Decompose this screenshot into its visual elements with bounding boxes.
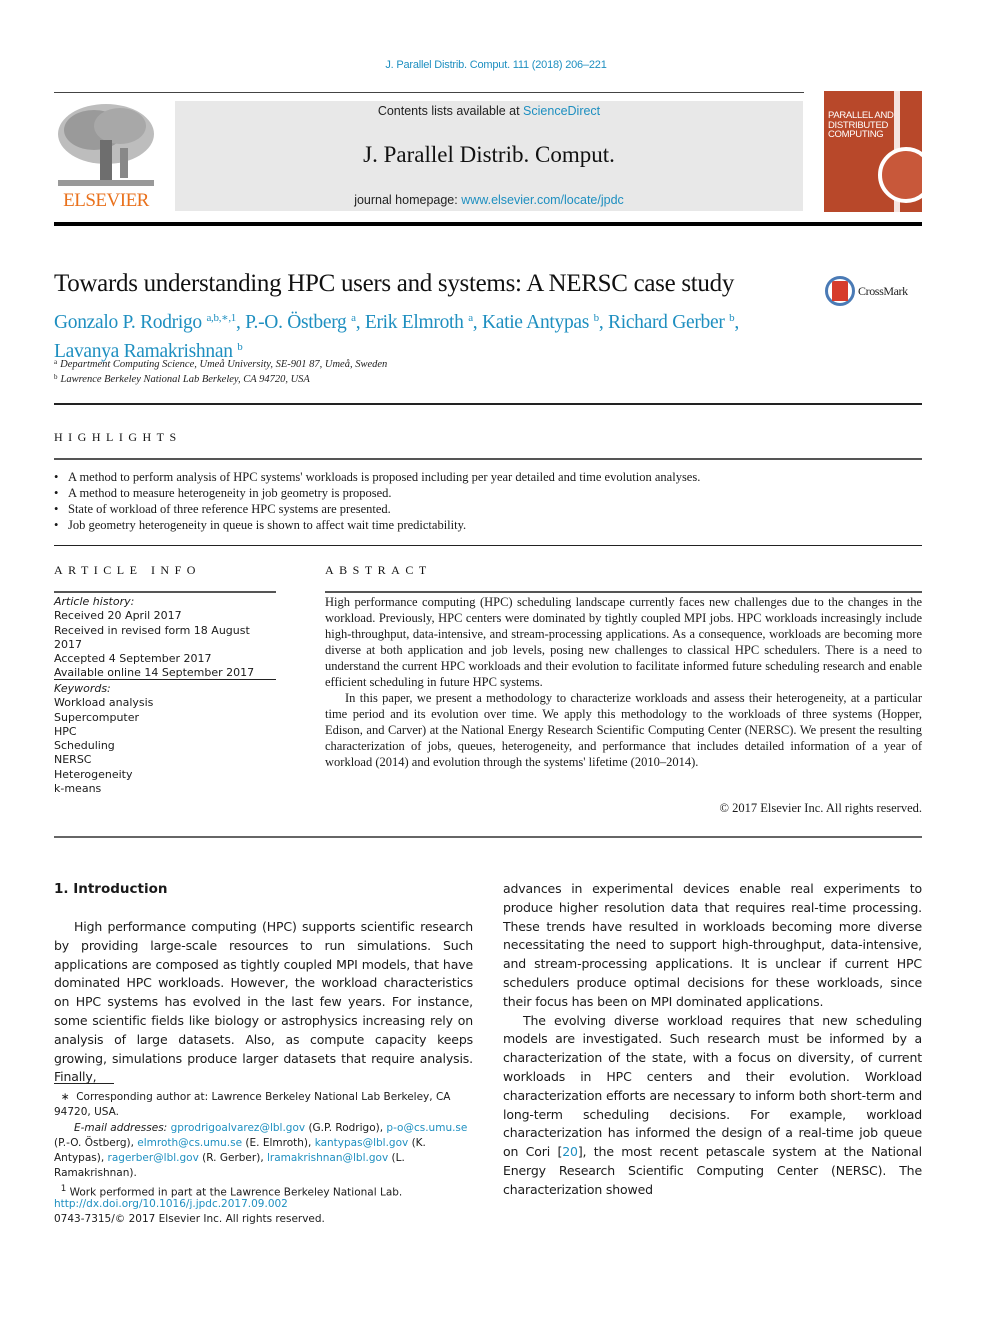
- corresponding-author-note: ∗ Corresponding author at: Lawrence Berk…: [54, 1091, 451, 1119]
- author-link[interactable]: Katie Antypas b: [482, 312, 599, 333]
- affiliation: a Department Computing Science, Umeå Univ…: [54, 358, 388, 370]
- keywords: Keywords: Workload analysis Supercompute…: [54, 682, 276, 796]
- footnote-divider: [54, 1083, 114, 1084]
- contents-line: Contents lists available at ScienceDirec…: [377, 104, 601, 118]
- section-divider: [54, 403, 922, 405]
- highlight-item: A method to measure heterogeneity in job…: [54, 485, 922, 501]
- elsevier-wordmark: ELSEVIER: [63, 190, 149, 211]
- doi-link[interactable]: http://dx.doi.org/10.1016/j.jpdc.2017.09…: [54, 1198, 288, 1210]
- article-title: Towards understanding HPC users and syst…: [54, 270, 735, 297]
- abstract-paragraph: High performance computing (HPC) schedul…: [325, 595, 922, 689]
- crossmark-button[interactable]: CrossMark: [825, 276, 908, 306]
- keywords-label: Keywords:: [54, 682, 111, 695]
- email-link[interactable]: kantypas@lbl.gov: [315, 1137, 409, 1149]
- journal-citation[interactable]: J. Parallel Distrib. Comput. 111 (2018) …: [0, 59, 992, 71]
- abstract-heading: ABSTRACT: [325, 563, 432, 577]
- email-link[interactable]: elmroth@cs.umu.se: [137, 1137, 242, 1149]
- author-link[interactable]: Erik Elmroth a: [365, 312, 473, 333]
- homepage-line: journal homepage: www.elsevier.com/locat…: [354, 193, 624, 207]
- crossmark-icon: [825, 276, 855, 306]
- abstract-paragraph: In this paper, we present a methodology …: [325, 691, 922, 769]
- journal-name: J. Parallel Distrib. Comput.: [363, 142, 615, 167]
- article-info-heading: ARTICLE INFO: [54, 563, 201, 577]
- affiliation: b Lawrence Berkeley National Lab Berkeley…: [54, 373, 310, 385]
- author-link[interactable]: Richard Gerber b: [608, 312, 735, 333]
- history-item: Received in revised form 18 August 2017: [54, 623, 250, 651]
- highlight-item: Job geometry heterogeneity in queue is s…: [54, 517, 922, 533]
- email-link[interactable]: p-o@cs.umu.se: [386, 1122, 467, 1134]
- highlights-list: A method to perform analysis of HPC syst…: [54, 469, 922, 533]
- abstract-body: High performance computing (HPC) schedul…: [325, 594, 922, 770]
- keyword-item: HPC: [54, 724, 77, 738]
- keyword-item: Heterogeneity: [54, 767, 133, 781]
- body-column-left: High performance computing (HPC) support…: [54, 918, 473, 1087]
- history-item: Received 20 April 2017: [54, 609, 182, 623]
- doi-block: http://dx.doi.org/10.1016/j.jpdc.2017.09…: [54, 1197, 325, 1227]
- masthead-divider: [54, 222, 922, 226]
- crossmark-label: CrossMark: [858, 283, 908, 298]
- highlight-item: A method to perform analysis of HPC syst…: [54, 469, 922, 485]
- body-paragraph: The evolving diverse workload requires t…: [503, 1012, 922, 1197]
- keyword-item: Supercomputer: [54, 710, 140, 724]
- email-link[interactable]: ragerber@lbl.gov: [108, 1152, 199, 1164]
- reference-link[interactable]: 20: [562, 1144, 578, 1159]
- email-link[interactable]: lramakrishnan@lbl.gov: [267, 1152, 388, 1164]
- header-divider: [54, 92, 804, 93]
- article-info-divider: [54, 591, 276, 593]
- body-paragraph: advances in experimental devices enable …: [503, 881, 922, 1009]
- email-addresses: E-mail addresses: gprodrigoalvarez@lbl.g…: [54, 1121, 468, 1180]
- keyword-item: Workload analysis: [54, 696, 154, 710]
- keyword-item: Scheduling: [54, 739, 115, 753]
- section-divider: [54, 545, 922, 546]
- body-column-right: advances in experimental devices enable …: [503, 880, 922, 1200]
- keyword-item: NERSC: [54, 753, 92, 767]
- highlights-heading: HIGHLIGHTS: [54, 430, 182, 444]
- elsevier-logo[interactable]: ELSEVIER: [54, 100, 158, 212]
- email-link[interactable]: gprodrigoalvarez@lbl.gov: [171, 1122, 306, 1134]
- issn-copyright: 0743-7315/© 2017 Elsevier Inc. All right…: [54, 1213, 325, 1225]
- section-divider: [54, 836, 922, 838]
- highlight-item: State of workload of three reference HPC…: [54, 501, 922, 517]
- author-link[interactable]: Gonzalo P. Rodrigo a,b,∗,1: [54, 312, 236, 333]
- cover-title: PARALLEL AND DISTRIBUTED COMPUTING: [828, 110, 894, 140]
- journal-homepage-link[interactable]: www.elsevier.com/locate/jpdc: [461, 193, 624, 207]
- journal-masthead: Contents lists available at ScienceDirec…: [175, 101, 803, 211]
- highlights-divider: [54, 458, 922, 460]
- abstract-copyright: © 2017 Elsevier Inc. All rights reserved…: [719, 801, 922, 815]
- tree-icon: [58, 104, 154, 186]
- article-history: Article history: Received 20 April 2017 …: [54, 595, 276, 681]
- body-paragraph: High performance computing (HPC) support…: [54, 919, 473, 1085]
- cover-globe-graphic: [878, 147, 922, 203]
- footnotes: ∗ Corresponding author at: Lawrence Berk…: [54, 1090, 473, 1201]
- keywords-divider: [54, 679, 276, 680]
- history-item: Accepted 4 September 2017: [54, 652, 212, 666]
- abstract-divider: [325, 591, 922, 593]
- keyword-item: k-means: [54, 782, 102, 796]
- sciencedirect-link[interactable]: ScienceDirect: [523, 104, 600, 118]
- history-label: Article history:: [54, 595, 135, 608]
- author-list: Gonzalo P. Rodrigo a,b,∗,1, P.-O. Östber…: [54, 312, 739, 362]
- journal-cover-image[interactable]: PARALLEL AND DISTRIBUTED COMPUTING: [824, 91, 922, 212]
- author-link[interactable]: P.-O. Östberg a: [245, 312, 356, 333]
- section-heading-introduction: 1. Introduction: [54, 881, 168, 897]
